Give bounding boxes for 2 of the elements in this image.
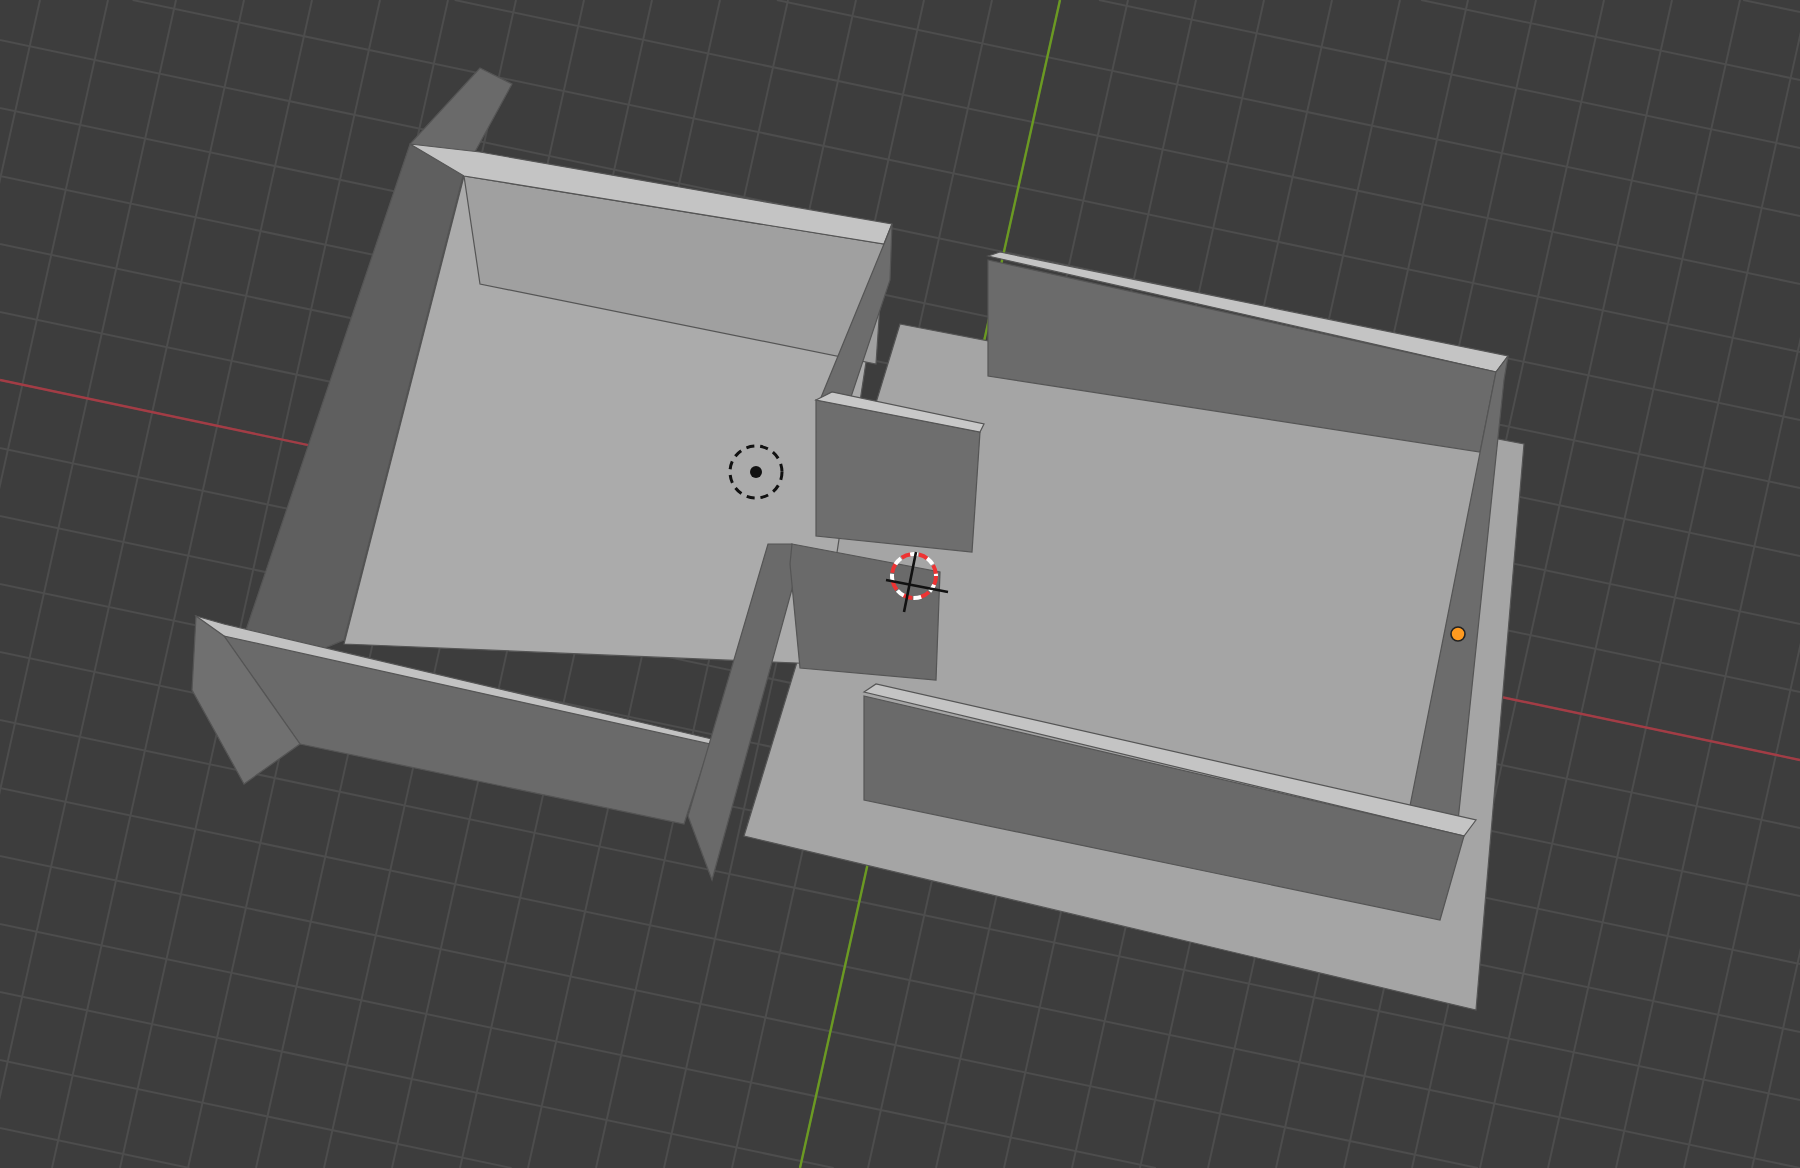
dashed-circle-icon[interactable] (728, 444, 784, 500)
crosshair-cursor-icon[interactable] (885, 551, 949, 613)
